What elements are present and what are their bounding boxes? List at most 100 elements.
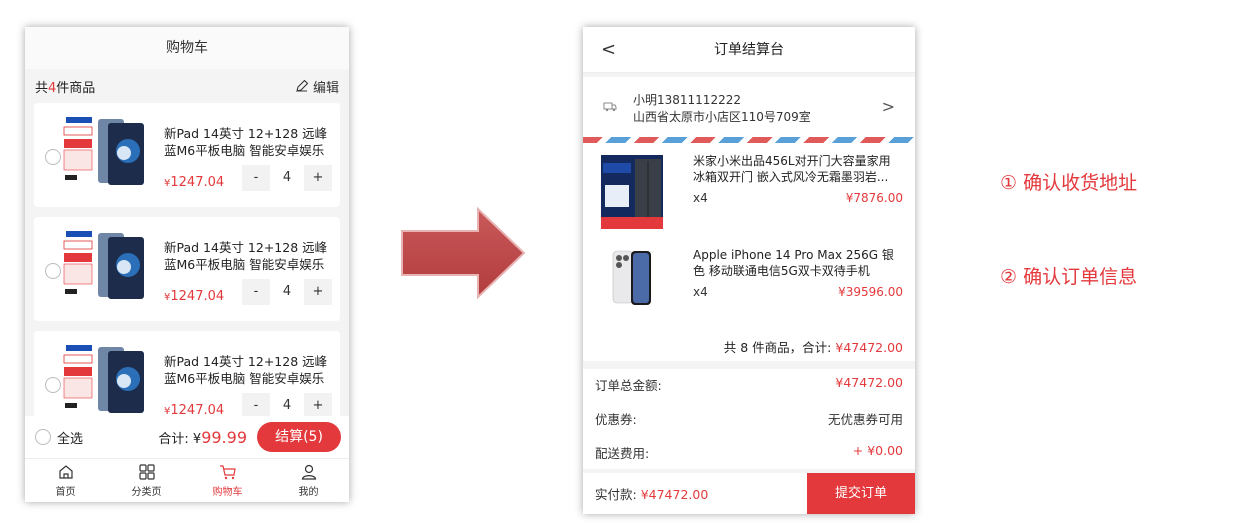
cart-count-suffix: 件商品 xyxy=(56,80,96,96)
quantity-value[interactable]: 4 xyxy=(273,165,301,191)
checkout-button[interactable]: 结算(5) xyxy=(257,422,341,452)
summary-label: 订单总金额: xyxy=(595,378,662,393)
total-value: 99.99 xyxy=(201,427,247,447)
back-icon[interactable]: < xyxy=(601,27,616,73)
order-item-price: ¥7876.00 xyxy=(845,191,903,205)
item-price: ¥1247.04 xyxy=(164,289,224,304)
price-value: 1247.04 xyxy=(170,289,225,304)
pencil-icon xyxy=(296,79,309,92)
order-item-qty: x4 xyxy=(693,191,708,205)
quantity-stepper: - 4 + xyxy=(242,165,332,191)
cart-screen: 购物车 共4件商品 编辑 新Pad 14英寸 12+128 远峰蓝M6平板电脑 … xyxy=(25,27,349,502)
right-arrow-icon xyxy=(401,206,526,300)
order-item: Apple iPhone 14 Pro Max 256G 银色 移动联通电信5G… xyxy=(583,243,915,333)
decrease-button[interactable]: - xyxy=(242,279,270,305)
tablet-product-image xyxy=(62,113,152,197)
quantity-stepper: - 4 + xyxy=(242,279,332,305)
quantity-stepper: - 4 + xyxy=(242,393,332,416)
price-value: 1247.04 xyxy=(170,175,225,190)
amount-payable: 实付款: ¥47472.00 xyxy=(583,484,807,503)
annotation-confirm-address: ① 确认收货地址 xyxy=(1000,172,1138,194)
cart-item: 新Pad 14英寸 12+128 远峰蓝M6平板电脑 智能安卓娱乐十... ¥1… xyxy=(34,103,340,207)
tab-home-label: 首页 xyxy=(55,487,76,498)
checkout-footer: 实付款: ¥47472.00 提交订单 xyxy=(583,473,915,514)
cart-title: 购物车 xyxy=(25,27,349,69)
summary-value: 无优惠券可用 xyxy=(827,412,903,427)
order-subtotal: 共 8 件商品，合计: ¥47472.00 xyxy=(724,337,903,356)
user-icon xyxy=(301,464,316,480)
order-subtotal-label: 共 8 件商品，合计: xyxy=(723,340,832,355)
decrease-button[interactable]: - xyxy=(242,393,270,416)
tablet-product-image xyxy=(62,341,152,416)
address-card[interactable]: 小明13811112222 山西省太原市小店区110号709室 > xyxy=(583,77,915,141)
summary-row-coupon[interactable]: 优惠券: 无优惠券可用 xyxy=(595,409,903,429)
order-item-price: ¥39596.00 xyxy=(838,285,903,299)
recipient-name-phone: 小明13811112222 xyxy=(633,93,741,107)
pay-value: ¥47472.00 xyxy=(640,487,709,502)
pay-label: 实付款: xyxy=(595,487,637,502)
summary-label: 优惠券: xyxy=(595,412,637,427)
edit-label: 编辑 xyxy=(312,80,339,96)
item-select-radio[interactable] xyxy=(45,377,61,393)
total-label: 合计: ¥ xyxy=(158,431,202,447)
fridge-product-image xyxy=(601,155,663,229)
summary-label: 配送费用: xyxy=(595,446,650,461)
price-value: 1247.04 xyxy=(170,403,225,416)
summary-row-shipping: 配送费用: + ¥0.00 xyxy=(595,443,903,463)
cart-list: 新Pad 14英寸 12+128 远峰蓝M6平板电脑 智能安卓娱乐十... ¥1… xyxy=(25,103,349,416)
increase-button[interactable]: + xyxy=(304,393,332,416)
tab-profile-label: 我的 xyxy=(298,487,319,498)
tab-category-label: 分类页 xyxy=(131,487,162,498)
item-title: 新Pad 14英寸 12+128 远峰蓝M6平板电脑 智能安卓娱乐十... xyxy=(164,126,328,158)
order-item: 米家小米出品456L对开门大容量家用冰箱双开门 嵌入式风冷无霜墨羽岩... x4… xyxy=(583,153,915,239)
order-item-title: 米家小米出品456L对开门大容量家用冰箱双开门 嵌入式风冷无霜墨羽岩... xyxy=(693,154,891,184)
order-item-qty: x4 xyxy=(693,285,708,299)
bottom-tabbar: 首页 分类页 购物车 我的 xyxy=(25,458,349,502)
item-title: 新Pad 14英寸 12+128 远峰蓝M6平板电脑 智能安卓娱乐十... xyxy=(164,240,328,272)
item-price: ¥1247.04 xyxy=(164,175,224,190)
checkout-title: 订单结算台 xyxy=(714,42,784,58)
decrease-button[interactable]: - xyxy=(242,165,270,191)
increase-button[interactable]: + xyxy=(304,279,332,305)
item-select-radio[interactable] xyxy=(45,149,61,165)
tab-home[interactable]: 首页 xyxy=(25,459,106,502)
cart-icon xyxy=(219,465,236,480)
home-icon xyxy=(58,465,73,479)
summary-value: + ¥0.00 xyxy=(852,443,903,458)
tablet-product-image xyxy=(62,227,152,311)
recipient-address: 山西省太原市小店区110号709室 xyxy=(633,110,811,124)
payment-summary: 订单总金额: ¥47472.00 优惠券: 无优惠券可用 配送费用: + ¥0.… xyxy=(583,369,915,469)
increase-button[interactable]: + xyxy=(304,165,332,191)
item-price: ¥1247.04 xyxy=(164,403,224,416)
submit-order-button[interactable]: 提交订单 xyxy=(807,473,915,514)
annotation-confirm-order: ② 确认订单信息 xyxy=(1000,266,1138,288)
order-item-title: Apple iPhone 14 Pro Max 256G 银色 移动联通电信5G… xyxy=(693,248,894,278)
cart-count-prefix: 共 xyxy=(35,80,49,96)
cart-item: 新Pad 14英寸 12+128 远峰蓝M6平板电脑 智能安卓娱乐十... ¥1… xyxy=(34,331,340,416)
truck-icon xyxy=(603,102,617,112)
summary-value: ¥47472.00 xyxy=(835,375,903,390)
category-icon xyxy=(138,464,155,480)
item-title: 新Pad 14英寸 12+128 远峰蓝M6平板电脑 智能安卓娱乐十... xyxy=(164,354,328,386)
tab-cart[interactable]: 购物车 xyxy=(187,459,268,502)
cart-item: 新Pad 14英寸 12+128 远峰蓝M6平板电脑 智能安卓娱乐十... ¥1… xyxy=(34,217,340,321)
checkout-header: < 订单结算台 xyxy=(583,27,915,73)
tab-category[interactable]: 分类页 xyxy=(106,459,187,502)
order-items-card: 米家小米出品456L对开门大容量家用冰箱双开门 嵌入式风冷无霜墨羽岩... x4… xyxy=(583,143,915,361)
tab-profile[interactable]: 我的 xyxy=(268,459,349,502)
order-subtotal-value: ¥47472.00 xyxy=(835,340,903,355)
item-select-radio[interactable] xyxy=(45,263,61,279)
summary-row-total: 订单总金额: ¥47472.00 xyxy=(595,375,903,395)
chevron-right-icon: > xyxy=(881,97,895,116)
checkout-screen: < 订单结算台 小明13811112222 山西省太原市小店区110号709室 … xyxy=(583,27,915,514)
iphone-product-image xyxy=(601,243,663,317)
cart-footer: 全选 合计: ¥99.99 结算(5) xyxy=(25,416,349,458)
select-all-label[interactable]: 全选 xyxy=(57,428,83,447)
cart-count: 共4件商品 xyxy=(35,77,95,96)
edit-button[interactable]: 编辑 xyxy=(295,77,339,96)
quantity-value[interactable]: 4 xyxy=(273,393,301,416)
cart-subbar: 共4件商品 编辑 xyxy=(25,69,349,103)
cart-total: 合计: ¥99.99 xyxy=(158,428,247,447)
select-all-radio[interactable] xyxy=(35,429,51,445)
quantity-value[interactable]: 4 xyxy=(273,279,301,305)
